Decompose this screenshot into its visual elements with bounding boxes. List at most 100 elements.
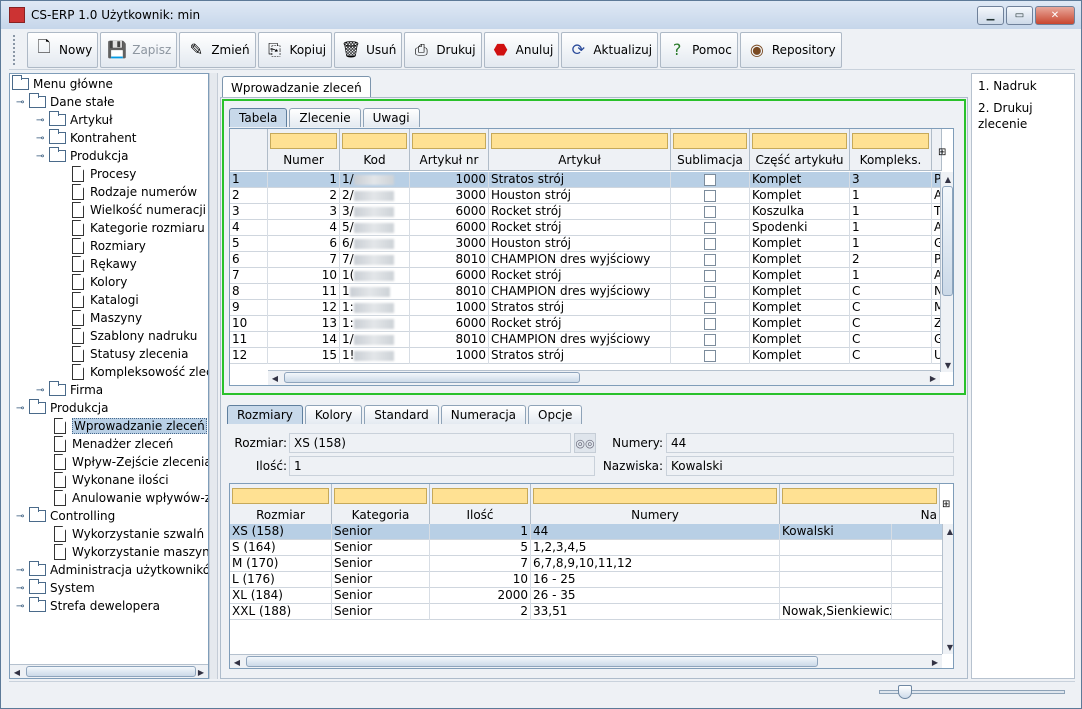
horizontal-scrollbar[interactable]: ◀ ▶ [268,370,940,385]
expanded-handle-icon[interactable]: ⊸ [16,97,26,108]
tree-item-anulowanie-wp-yw-w-zej[interactable]: Anulowanie wpływów-zejść [54,489,208,507]
nowy-button[interactable]: 🗋 Nowy [27,31,99,68]
column-header-artyku-nr[interactable]: Artykuł nr [410,129,489,171]
sublimacja-checkbox[interactable] [704,254,716,266]
expanded-handle-icon[interactable]: ⊸ [16,511,26,522]
tab-rozmiary[interactable]: Rozmiary [227,405,303,424]
tree-horizontal-scrollbar[interactable]: ◀ ▶ [10,664,208,678]
column-filter-field[interactable] [782,488,937,504]
column-menu-icon[interactable]: ⊞ [938,147,946,158]
column-header-numery[interactable]: Numery [531,484,780,526]
table-row[interactable]: 4 4 5/6000 Rocket strój Spodenki 1 A [230,220,942,236]
scroll-up-arrow-icon[interactable]: ▲ [941,172,953,186]
scroll-thumb[interactable] [284,372,580,383]
close-button[interactable]: ✕ [1035,6,1075,25]
tab-zlecenie[interactable]: Zlecenie [289,108,361,127]
column-header-na[interactable]: Na [780,484,940,526]
tree-item-system[interactable]: ⊸ System [16,579,95,597]
column-filter-field[interactable] [852,133,929,149]
tree-item-kategorie-rozmiaru[interactable]: Kategorie rozmiaru [72,219,205,237]
table-row[interactable]: 10 13 1: 6000 Rocket strój Komplet C Z [230,316,942,332]
tab-opcje[interactable]: Opcje [528,405,583,424]
column-filter-field[interactable] [673,133,747,149]
repository-button[interactable]: ◉ Repository [739,31,842,68]
column-header-col-0[interactable] [230,129,268,171]
scroll-left-arrow-icon[interactable]: ◀ [230,655,244,668]
vertical-scrollbar[interactable]: ▲ ▼ [942,524,953,654]
table-row[interactable]: 566/3000Houston strójKomplet1G [230,236,942,252]
column-filter-field[interactable] [342,133,407,149]
scroll-thumb[interactable] [942,186,953,296]
sublimacja-checkbox[interactable] [704,270,716,282]
column-filter-field[interactable] [752,133,847,149]
column-header-rozmiar[interactable]: Rozmiar [230,484,332,526]
column-filter-field[interactable] [432,488,528,504]
table-row[interactable]: XXL (188) Senior 2 33,51 Nowak,Sienkiewicz [230,604,942,620]
sublimacja-checkbox[interactable] [704,318,716,330]
table-row[interactable]: 9121:1000Stratos strójKompletCM [230,300,942,316]
sublimacja-checkbox[interactable] [704,238,716,250]
column-filter-field[interactable] [270,133,337,149]
action-nadruk[interactable]: 1. Nadruk [978,78,1068,94]
tree-item-strefa-dewelopera[interactable]: ⊸ Strefa dewelopera [16,597,160,615]
sublimacja-checkbox[interactable] [704,302,716,314]
scroll-down-arrow-icon[interactable]: ▼ [941,358,953,372]
tree-item-menad-er-zlece[interactable]: Menadżer zleceń [54,435,173,453]
nazwiska-field[interactable]: Kowalski [666,456,954,476]
sublimacja-checkbox[interactable] [704,286,716,298]
tab-wprowadzanie-zlecen[interactable]: Wprowadzanie zleceń [222,76,371,98]
table-row[interactable]: XL (184) Senior 2000 26 - 35 [230,588,942,604]
split-pane-divider[interactable] [209,73,218,679]
zapisz-button[interactable]: 💾 Zapisz [100,31,178,68]
scroll-right-arrow-icon[interactable]: ▶ [926,371,940,385]
tree-item-szablony-nadruku[interactable]: Szablony nadruku [72,327,197,345]
tab-uwagi[interactable]: Uwagi [362,108,420,127]
collapsed-handle-icon[interactable]: ⊸ [16,583,26,594]
table-row[interactable]: L (176) Senior 10 16 - 25 [230,572,942,588]
column-header-cz-artyku-u[interactable]: Część artykułu [750,129,850,171]
column-menu-icon[interactable]: ⊞ [942,499,950,510]
sublimacja-checkbox[interactable] [704,206,716,218]
scroll-left-arrow-icon[interactable]: ◀ [268,371,282,385]
tree-item-kompleksowo-zlecenia[interactable]: Kompleksowość zlecenia [72,363,208,381]
tree-item-wp-yw-zej-cie-zlecenia[interactable]: Wpływ-Zejście zlecenia [54,453,208,471]
sublimacja-checkbox[interactable] [704,174,716,186]
tree-item-maszyny[interactable]: Maszyny [72,309,142,327]
column-header-artyku[interactable]: Artykuł [489,129,671,171]
tree-item-statusy-zlecenia[interactable]: Statusy zlecenia [72,345,188,363]
column-header-kod[interactable]: Kod [340,129,410,171]
rozmiar-field[interactable]: XS (158) [289,433,571,453]
tree-item-kolory[interactable]: Kolory [72,273,127,291]
column-filter-field[interactable] [232,488,329,504]
table-row[interactable]: M (170) Senior 7 6,7,8,9,10,11,12 [230,556,942,572]
tree-root[interactable]: Menu główne [12,75,113,93]
column-header-sublimacja[interactable]: Sublimacja [671,129,750,171]
numery-field[interactable]: 44 [666,433,954,453]
expanded-handle-icon[interactable]: ⊸ [16,403,26,414]
aktualizuj-button[interactable]: ⟳ Aktualizuj [561,31,659,68]
tab-tabela[interactable]: Tabela [229,108,288,127]
tab-numeracja[interactable]: Numeracja [440,405,527,424]
zoom-slider-thumb[interactable] [898,685,912,699]
tree-item-wykonane-ilo-ci[interactable]: Wykonane ilości [54,471,169,489]
tree-item-kontrahent[interactable]: ⊸ Kontrahent [36,129,137,147]
drukuj-button[interactable]: ⎙ Drukuj [404,31,482,68]
pomoc-button[interactable]: ? Pomoc [660,31,738,68]
column-filter-field[interactable] [412,133,486,149]
table-row[interactable]: 2 2 2/3000 Houston strój Komplet 1 A [230,188,942,204]
column-header-kategoria[interactable]: Kategoria [332,484,430,526]
usu-button[interactable]: 🗑 Usuń [334,31,403,68]
tab-standard[interactable]: Standard [364,405,439,424]
tab-kolory[interactable]: Kolory [304,405,363,424]
action-drukuj-zlecenie[interactable]: 2. Drukuj zlecenie [978,100,1068,132]
scroll-thumb[interactable] [26,666,196,677]
maximize-button[interactable]: ▭ [1006,6,1033,25]
vertical-scrollbar[interactable]: ▲ ▼ [940,172,953,372]
kopiuj-button[interactable]: ⎘ Kopiuj [257,31,333,68]
expanded-handle-icon[interactable]: ⊸ [36,151,46,162]
sublimacja-checkbox[interactable] [704,222,716,234]
tree-item-rodzaje-numer-w[interactable]: Rodzaje numerów [72,183,197,201]
horizontal-scrollbar[interactable]: ◀ ▶ [230,654,942,668]
toolbar-grip[interactable] [13,34,19,65]
collapsed-handle-icon[interactable]: ⊸ [36,385,46,396]
